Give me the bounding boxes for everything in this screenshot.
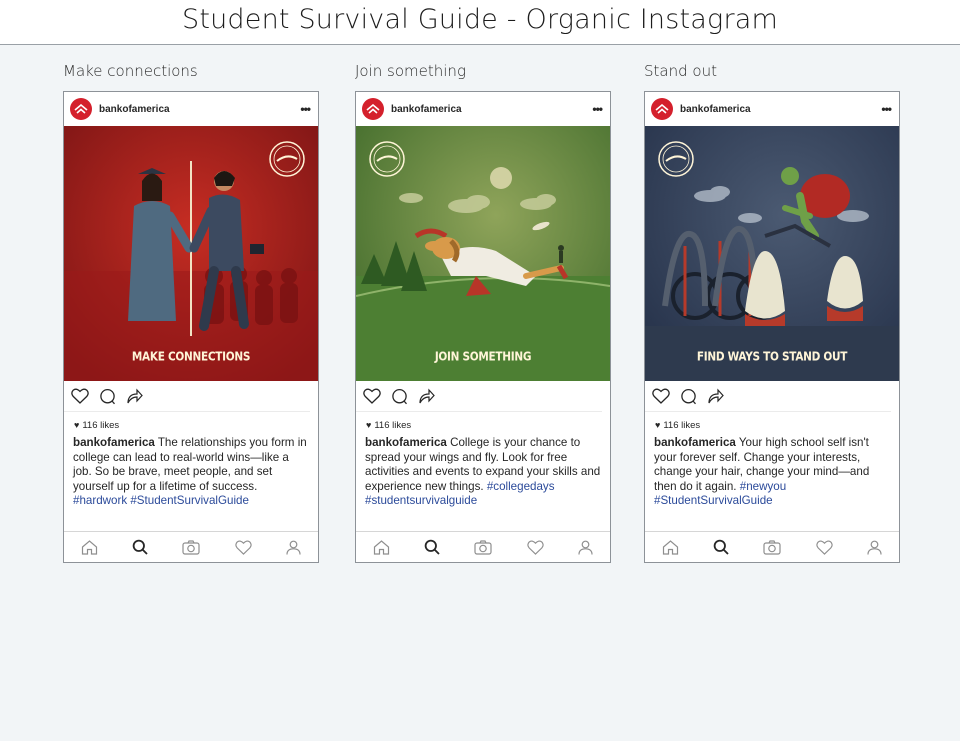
search-icon[interactable] bbox=[132, 539, 148, 555]
post-image: MAKE CONNECTIONS bbox=[64, 126, 318, 381]
search-icon[interactable] bbox=[713, 539, 729, 555]
home-icon[interactable] bbox=[662, 539, 679, 555]
camera-icon[interactable] bbox=[182, 539, 201, 555]
bank-of-america-logo-avatar[interactable] bbox=[362, 98, 384, 120]
likes-count[interactable]: 116 likes bbox=[663, 420, 700, 431]
post-actions bbox=[64, 381, 310, 412]
share-icon[interactable] bbox=[707, 388, 724, 404]
post-caption: bankofamerica College is your chance to … bbox=[356, 433, 610, 509]
caption-username[interactable]: bankofamerica bbox=[73, 436, 155, 449]
bank-of-america-logo-avatar[interactable] bbox=[70, 98, 92, 120]
likes-row: ♥ 116 likes bbox=[645, 412, 899, 433]
likes-row: ♥ 116 likes bbox=[64, 412, 318, 433]
post-username[interactable]: bankofamerica bbox=[680, 104, 881, 115]
bottom-nav bbox=[645, 531, 899, 562]
comment-icon[interactable] bbox=[680, 388, 697, 405]
comment-icon[interactable] bbox=[391, 388, 408, 405]
home-icon[interactable] bbox=[81, 539, 98, 555]
post-caption: bankofamerica The relationships you form… bbox=[64, 433, 318, 509]
post-header: bankofamerica ••• bbox=[356, 92, 610, 126]
bank-of-america-logo-avatar[interactable] bbox=[651, 98, 673, 120]
likes-row: ♥ 116 likes bbox=[356, 412, 610, 433]
post-username[interactable]: bankofamerica bbox=[391, 104, 592, 115]
post-header: bankofamerica ••• bbox=[64, 92, 318, 126]
profile-icon[interactable] bbox=[286, 540, 301, 555]
post-column-stand-out: Stand out bankofamerica ••• FIND WAYS TO… bbox=[644, 60, 900, 563]
image-caption-text: MAKE CONNECTIONS bbox=[131, 350, 251, 364]
post-username[interactable]: bankofamerica bbox=[99, 104, 300, 115]
post-image: JOIN SOMETHING bbox=[356, 126, 610, 381]
camera-icon[interactable] bbox=[763, 539, 782, 555]
filled-heart-icon: ♥ bbox=[655, 420, 661, 430]
caption-hashtags[interactable]: #hardwork #StudentSurvivalGuide bbox=[73, 494, 249, 507]
comment-icon[interactable] bbox=[99, 388, 116, 405]
bottom-nav bbox=[64, 531, 318, 562]
student-survival-guide-badge-icon bbox=[369, 141, 405, 177]
heart-icon[interactable] bbox=[815, 540, 833, 555]
post-header: bankofamerica ••• bbox=[645, 92, 899, 126]
post-column-join-something: Join something bankofamerica ••• JOIN SO… bbox=[355, 60, 611, 563]
instagram-post-mockup: bankofamerica ••• bbox=[355, 91, 611, 563]
camera-icon[interactable] bbox=[474, 539, 493, 555]
search-icon[interactable] bbox=[424, 539, 440, 555]
share-icon[interactable] bbox=[418, 388, 435, 404]
image-caption-text: JOIN SOMETHING bbox=[434, 350, 532, 364]
caption-username[interactable]: bankofamerica bbox=[654, 436, 736, 449]
caption-username[interactable]: bankofamerica bbox=[365, 436, 447, 449]
column-heading: Make connections bbox=[63, 62, 198, 80]
column-heading: Join something bbox=[355, 62, 466, 80]
heart-icon[interactable] bbox=[363, 388, 381, 404]
student-survival-guide-badge-icon bbox=[269, 141, 305, 177]
bottom-nav bbox=[356, 531, 610, 562]
page-header: Student Survival Guide - Organic Instagr… bbox=[0, 0, 960, 45]
heart-icon[interactable] bbox=[526, 540, 544, 555]
post-actions bbox=[356, 381, 602, 412]
heart-icon[interactable] bbox=[71, 388, 89, 404]
more-options-icon[interactable]: ••• bbox=[881, 102, 892, 116]
instagram-post-mockup: bankofamerica ••• bbox=[63, 91, 319, 563]
likes-count[interactable]: 116 likes bbox=[374, 420, 411, 431]
profile-icon[interactable] bbox=[867, 540, 882, 555]
heart-icon[interactable] bbox=[652, 388, 670, 404]
filled-heart-icon: ♥ bbox=[74, 420, 80, 430]
more-options-icon[interactable]: ••• bbox=[592, 102, 603, 116]
filled-heart-icon: ♥ bbox=[366, 420, 372, 430]
home-icon[interactable] bbox=[373, 539, 390, 555]
student-survival-guide-badge-icon bbox=[658, 141, 694, 177]
post-image: FIND WAYS TO STAND OUT bbox=[645, 126, 899, 381]
heart-icon[interactable] bbox=[234, 540, 252, 555]
more-options-icon[interactable]: ••• bbox=[300, 102, 311, 116]
post-actions bbox=[645, 381, 891, 412]
page-title: Student Survival Guide - Organic Instagr… bbox=[182, 4, 778, 35]
profile-icon[interactable] bbox=[578, 540, 593, 555]
column-heading: Stand out bbox=[644, 62, 717, 80]
image-caption-text: FIND WAYS TO STAND OUT bbox=[696, 350, 848, 364]
post-caption: bankofamerica Your high school self isn'… bbox=[645, 433, 899, 509]
likes-count[interactable]: 116 likes bbox=[82, 420, 119, 431]
share-icon[interactable] bbox=[126, 388, 143, 404]
post-column-make-connections: Make connections bankofamerica ••• MAKE … bbox=[63, 60, 319, 563]
instagram-post-mockup: bankofamerica ••• bbox=[644, 91, 900, 563]
